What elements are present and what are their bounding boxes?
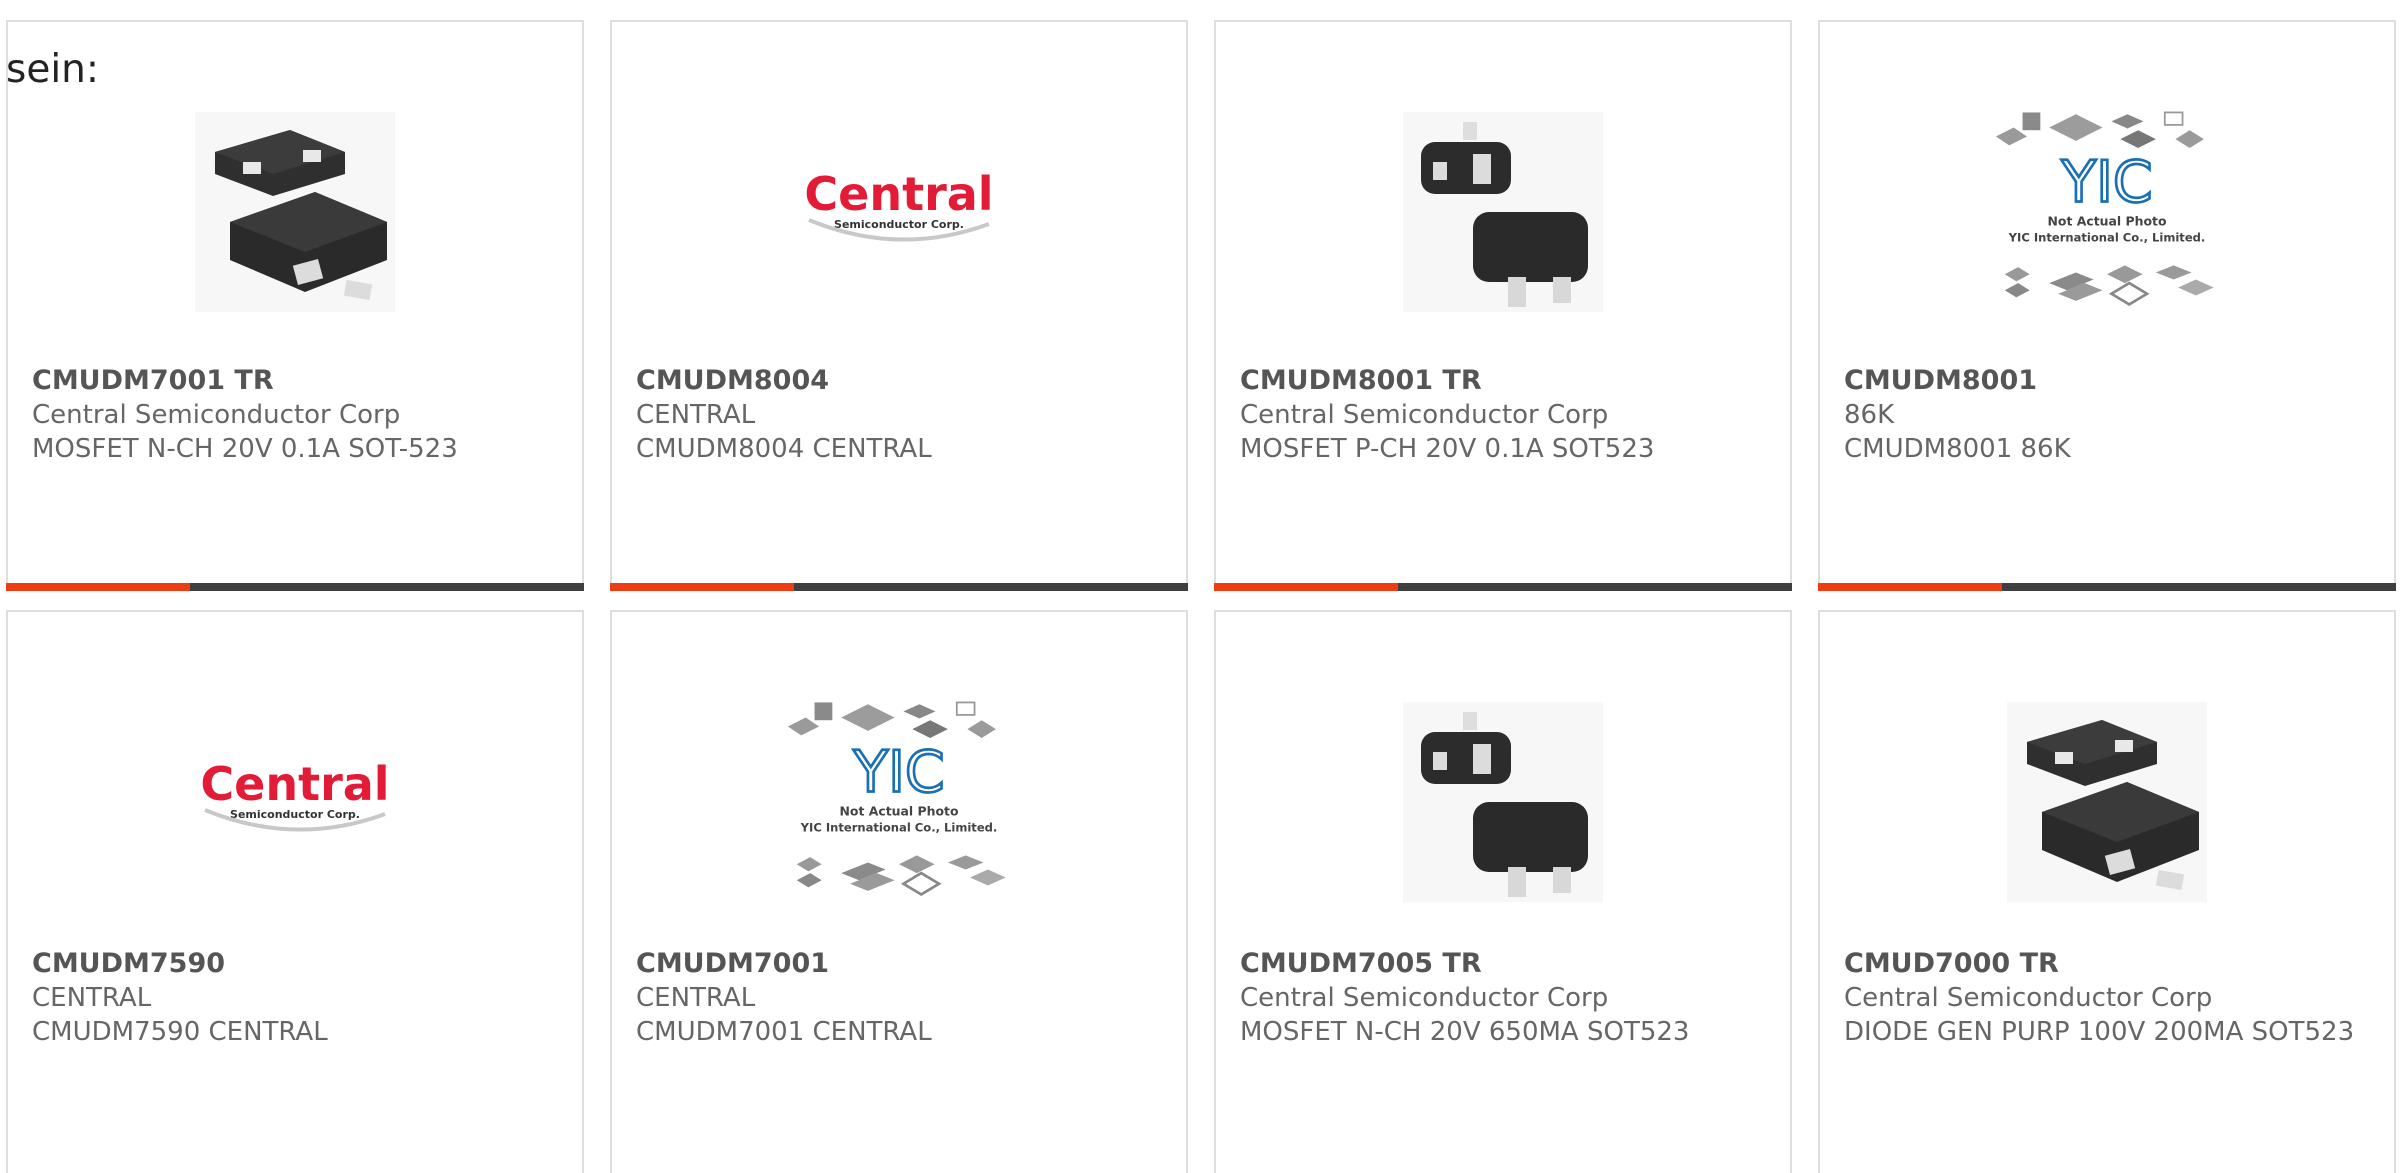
chip-package-image[interactable] <box>175 92 415 332</box>
manufacturer: CENTRAL <box>636 983 756 1013</box>
card-footer-bar <box>6 583 584 591</box>
description: DIODE GEN PURP 100V 200MA SOT523 <box>1844 1017 2355 1047</box>
yic-placeholder-image[interactable]: YIC Not Actual Photo YIC International C… <box>1987 92 2227 332</box>
svg-text:YIC: YIC <box>852 739 944 805</box>
product-info: CMUDM7001 TR Central Semiconductor Corp … <box>32 364 558 466</box>
description: MOSFET P-CH 20V 0.1A SOT523 <box>1240 434 1655 464</box>
svg-text:Central: Central <box>804 167 993 221</box>
product-card[interactable]: CMUDM8001 TR Central Semiconductor Corp … <box>1214 20 1792 591</box>
svg-text:Not Actual Photo: Not Actual Photo <box>839 803 958 818</box>
product-card[interactable]: CMUDM7001 TR Central Semiconductor Corp … <box>6 20 584 591</box>
chip-package-image[interactable] <box>1987 682 2227 922</box>
part-number-link[interactable]: CMUDM7005 TR <box>1240 947 1766 981</box>
manufacturer: Central Semiconductor Corp <box>1844 983 2213 1013</box>
product-info: CMUDM7005 TR Central Semiconductor Corp … <box>1240 947 1766 1049</box>
part-number-link[interactable]: CMUDM8001 <box>1844 364 2370 398</box>
description: MOSFET N-CH 20V 0.1A SOT-523 <box>32 434 458 464</box>
part-number-link[interactable]: CMUDM7001 <box>636 947 1162 981</box>
description: CMUDM7590 CENTRAL <box>32 1017 328 1047</box>
manufacturer: Central Semiconductor Corp <box>1240 400 1609 430</box>
part-number-link[interactable]: CMUDM8001 TR <box>1240 364 1766 398</box>
chip-package-image[interactable] <box>1383 92 1623 332</box>
product-card[interactable]: CMUDM7005 TR Central Semiconductor Corp … <box>1214 610 1792 1173</box>
card-footer-bar <box>1818 583 2396 591</box>
manufacturer: CENTRAL <box>32 983 152 1013</box>
central-logo-image[interactable]: Central Semiconductor Corp. <box>175 682 415 922</box>
svg-text:Central: Central <box>200 757 389 811</box>
part-number-link[interactable]: CMUDM7590 <box>32 947 558 981</box>
yic-placeholder-image[interactable]: YIC Not Actual Photo YIC International C… <box>779 682 1019 922</box>
product-info: CMUDM7590 CENTRAL CMUDM7590 CENTRAL <box>32 947 558 1049</box>
description: CMUDM8001 86K <box>1844 434 2071 464</box>
product-info: CMUDM8004 CENTRAL CMUDM8004 CENTRAL <box>636 364 1162 466</box>
manufacturer: Central Semiconductor Corp <box>1240 983 1609 1013</box>
card-footer-bar <box>1214 583 1792 591</box>
svg-text:Semiconductor Corp.: Semiconductor Corp. <box>834 218 964 231</box>
product-grid-page: sein: CMUDM7001 TR Central Semiconductor… <box>0 0 2400 1173</box>
product-info: CMUDM8001 86K CMUDM8001 86K <box>1844 364 2370 466</box>
description: CMUDM8004 CENTRAL <box>636 434 932 464</box>
part-number-link[interactable]: CMUDM8004 <box>636 364 1162 398</box>
part-number-link[interactable]: CMUD7000 TR <box>1844 947 2370 981</box>
svg-text:Semiconductor Corp.: Semiconductor Corp. <box>230 808 360 821</box>
manufacturer: Central Semiconductor Corp <box>32 400 401 430</box>
central-logo-image[interactable]: Central Semiconductor Corp. <box>779 92 1019 332</box>
product-card[interactable]: Central Semiconductor Corp. CMUDM8004 CE… <box>610 20 1188 591</box>
description: MOSFET N-CH 20V 650MA SOT523 <box>1240 1017 1690 1047</box>
svg-text:YIC: YIC <box>2060 149 2152 215</box>
product-info: CMUD7000 TR Central Semiconductor Corp D… <box>1844 947 2370 1049</box>
description: CMUDM7001 CENTRAL <box>636 1017 932 1047</box>
product-info: CMUDM7001 CENTRAL CMUDM7001 CENTRAL <box>636 947 1162 1049</box>
manufacturer: 86K <box>1844 400 1895 430</box>
product-info: CMUDM8001 TR Central Semiconductor Corp … <box>1240 364 1766 466</box>
svg-text:YIC International Co., Limited: YIC International Co., Limited. <box>800 820 998 834</box>
part-number-link[interactable]: CMUDM7001 TR <box>32 364 558 398</box>
chip-package-image[interactable] <box>1383 682 1623 922</box>
svg-text:Not Actual Photo: Not Actual Photo <box>2047 213 2166 228</box>
product-card[interactable]: YIC Not Actual Photo YIC International C… <box>1818 20 2396 591</box>
card-footer-bar <box>610 583 1188 591</box>
product-card[interactable]: Central Semiconductor Corp. CMUDM7590 CE… <box>6 610 584 1173</box>
product-card[interactable]: YIC Not Actual Photo YIC International C… <box>610 610 1188 1173</box>
svg-text:YIC International Co., Limited: YIC International Co., Limited. <box>2008 230 2206 244</box>
product-card[interactable]: CMUD7000 TR Central Semiconductor Corp D… <box>1818 610 2396 1173</box>
manufacturer: CENTRAL <box>636 400 756 430</box>
intro-text: sein: <box>6 47 100 92</box>
